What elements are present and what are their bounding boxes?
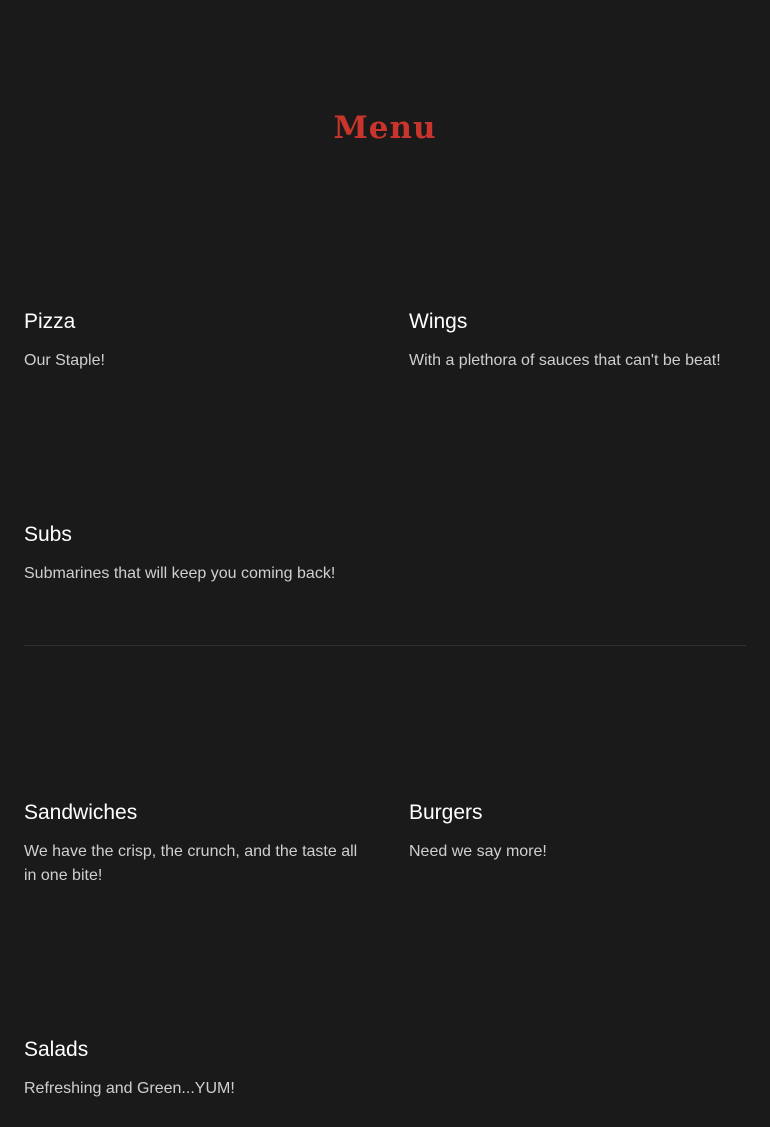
menu-page: Menu Pizza Our Staple! Wings With a plet… <box>0 0 770 1127</box>
menu-item-sandwiches[interactable]: Sandwiches We have the crisp, the crunch… <box>24 799 364 888</box>
menu-item-description: We have the crisp, the crunch, and the t… <box>24 843 358 884</box>
menu-item-name: Sandwiches <box>24 801 138 824</box>
menu-item-description: Refreshing and Green...YUM! <box>24 1080 235 1097</box>
section-divider <box>24 645 746 646</box>
menu-item-description: Need we say more! <box>409 843 547 860</box>
menu-item-name: Salads <box>24 1038 89 1061</box>
menu-item-description: Our Staple! <box>24 352 105 369</box>
menu-item-description: With a plethora of sauces that can't be … <box>409 352 721 369</box>
menu-item-wings[interactable]: Wings With a plethora of sauces that can… <box>409 308 754 373</box>
menu-item-pizza[interactable]: Pizza Our Staple! <box>24 308 364 373</box>
menu-item-subs[interactable]: Subs Submarines that will keep you comin… <box>24 521 364 586</box>
menu-item-name: Wings <box>409 310 468 333</box>
menu-item-name: Pizza <box>24 310 76 333</box>
menu-item-name: Subs <box>24 523 72 546</box>
menu-item-burgers[interactable]: Burgers Need we say more! <box>409 799 754 864</box>
menu-item-name: Burgers <box>409 801 483 824</box>
menu-item-salads[interactable]: Salads Refreshing and Green...YUM! <box>24 1036 364 1101</box>
menu-item-description: Submarines that will keep you coming bac… <box>24 565 336 582</box>
page-title: Menu <box>333 110 437 146</box>
